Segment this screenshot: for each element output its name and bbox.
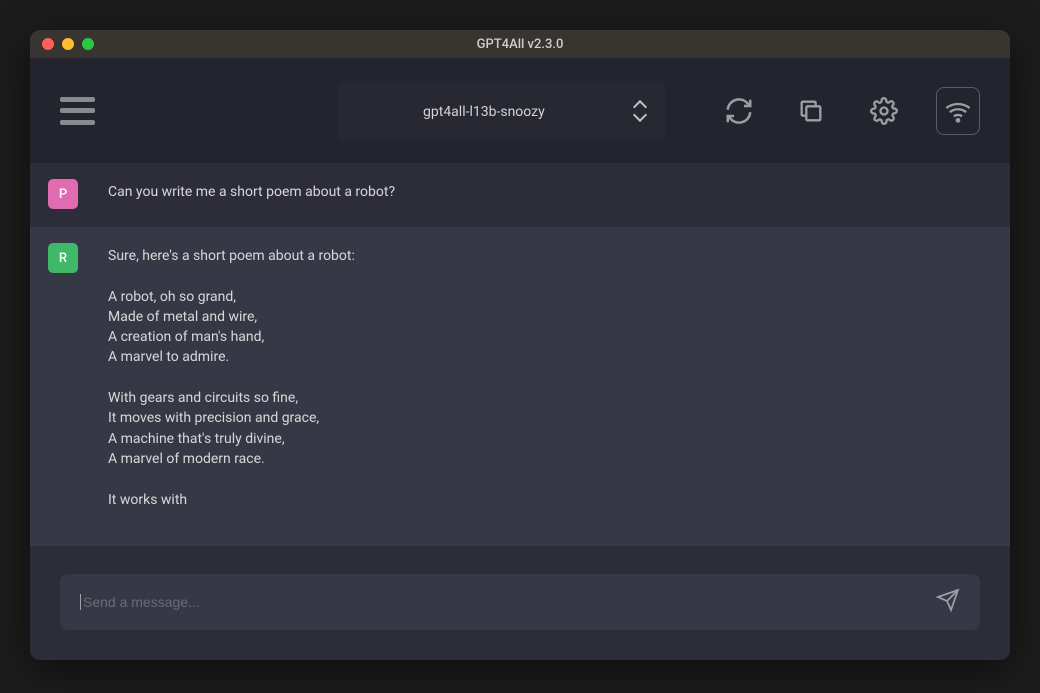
input-area bbox=[30, 546, 1010, 660]
send-button[interactable] bbox=[936, 588, 960, 616]
reload-icon bbox=[724, 96, 754, 126]
window-title: GPT4All v2.3.0 bbox=[477, 37, 564, 52]
avatar: R bbox=[48, 243, 78, 273]
hamburger-icon bbox=[60, 97, 95, 102]
network-button[interactable] bbox=[936, 87, 980, 135]
maximize-window-button[interactable] bbox=[82, 38, 94, 50]
chat-message-user: P Can you write me a short poem about a … bbox=[30, 163, 1010, 227]
model-name-label: gpt4all-l13b-snoozy bbox=[423, 104, 545, 120]
stop-generating-row: Stop generating bbox=[30, 528, 1010, 546]
copy-icon bbox=[797, 97, 825, 125]
menu-button[interactable] bbox=[60, 95, 95, 127]
close-window-button[interactable] bbox=[42, 38, 54, 50]
gear-icon bbox=[870, 97, 898, 125]
message-text: Sure, here's a short poem about a robot:… bbox=[108, 243, 355, 510]
avatar: P bbox=[48, 179, 78, 209]
toolbar: gpt4all-l13b-snoozy bbox=[30, 58, 1010, 163]
chevron-updown-icon bbox=[633, 100, 647, 122]
message-input[interactable] bbox=[83, 594, 936, 610]
text-cursor bbox=[80, 594, 81, 610]
model-selector[interactable]: gpt4all-l13b-snoozy bbox=[337, 81, 665, 141]
titlebar: GPT4All v2.3.0 bbox=[30, 30, 1010, 58]
copy-button[interactable] bbox=[791, 89, 831, 133]
message-text: Can you write me a short poem about a ro… bbox=[108, 179, 395, 209]
minimize-window-button[interactable] bbox=[62, 38, 74, 50]
input-wrapper bbox=[60, 574, 980, 630]
window-controls bbox=[42, 38, 94, 50]
chat-message-assistant: R Sure, here's a short poem about a robo… bbox=[30, 227, 1010, 528]
wifi-icon bbox=[944, 97, 972, 125]
settings-button[interactable] bbox=[864, 89, 904, 133]
send-icon bbox=[936, 588, 960, 612]
app-window: GPT4All v2.3.0 gpt4all-l13b-snoozy bbox=[30, 30, 1010, 660]
chat-area: P Can you write me a short poem about a … bbox=[30, 163, 1010, 546]
reload-button[interactable] bbox=[719, 89, 759, 133]
